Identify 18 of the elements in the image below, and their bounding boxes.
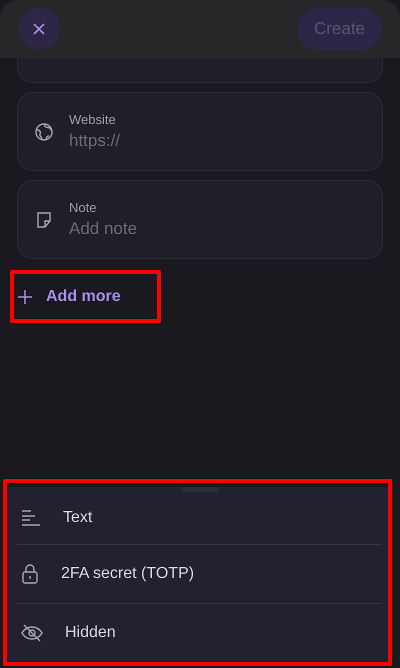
text-field[interactable]: Note Add note [17, 180, 383, 259]
text-field[interactable]: Website https:// [17, 92, 383, 171]
input-field[interactable]: Add note [69, 219, 366, 239]
field-label: Note [69, 200, 98, 215]
option-item[interactable]: Text [17, 492, 382, 544]
option-item[interactable]: 2FA secret (TOTP) [17, 544, 382, 603]
add-more-button[interactable]: Add more [14, 288, 121, 306]
option-item[interactable]: Hidden [17, 603, 382, 662]
plus-icon [18, 290, 32, 304]
text-lines-icon [21, 509, 41, 527]
lock-icon [21, 564, 39, 584]
sheet-handle[interactable] [180, 487, 218, 492]
input-field[interactable]: https:// [69, 131, 366, 151]
field-label: Website [69, 112, 117, 127]
globe-icon [34, 122, 54, 142]
eye-slash-icon [21, 624, 43, 642]
close-icon [33, 23, 45, 35]
close-button[interactable] [18, 8, 60, 50]
